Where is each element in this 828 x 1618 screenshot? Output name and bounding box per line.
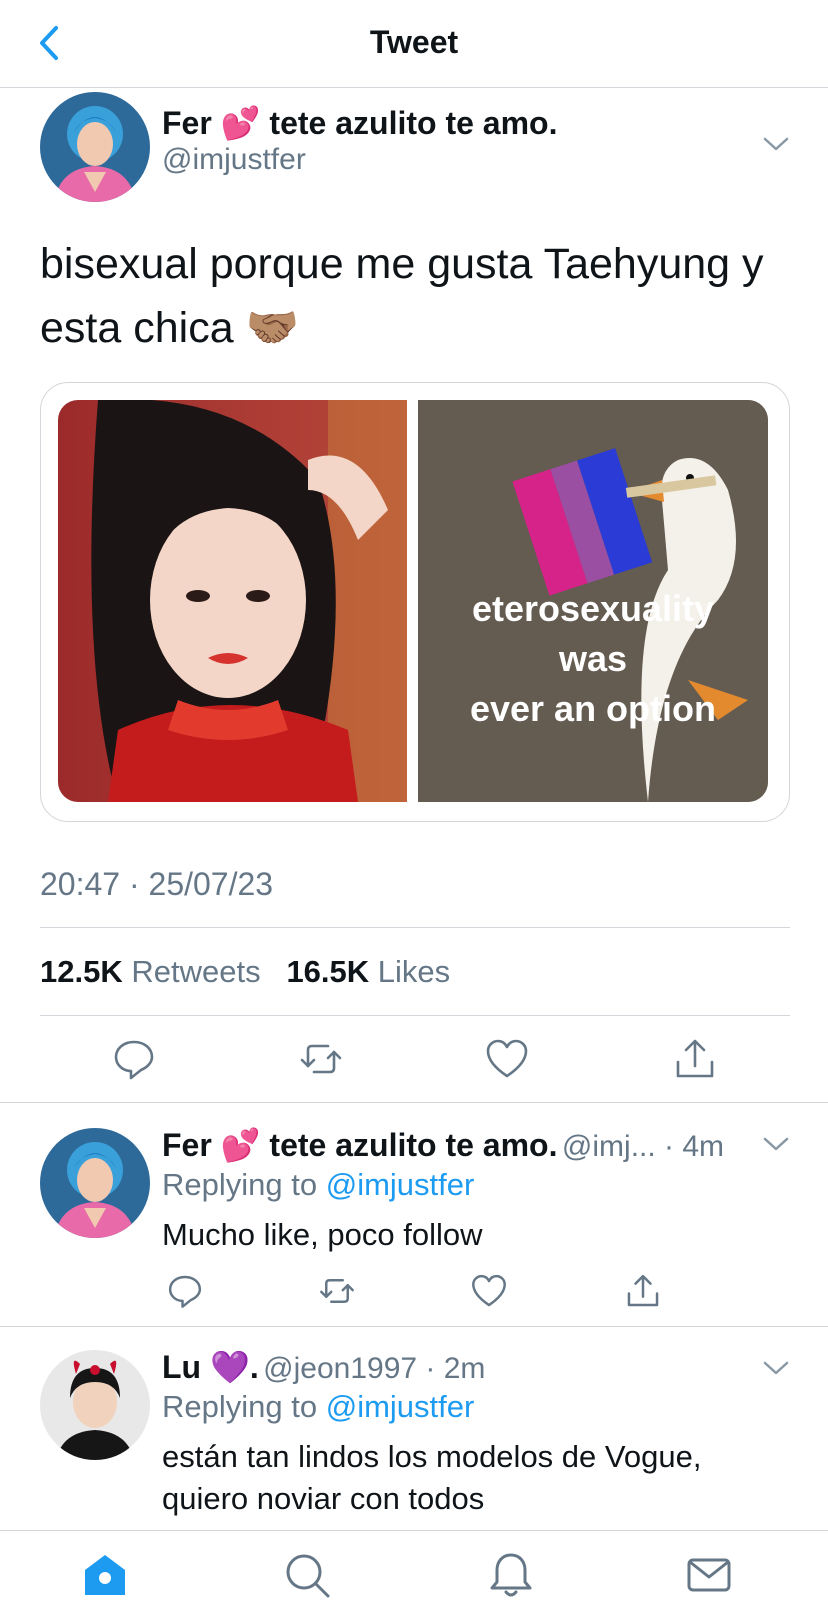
retweet-icon: [320, 1279, 354, 1303]
reply-options-button[interactable]: [760, 1128, 792, 1160]
tweet-text-line: esta chica 🤝🏽: [40, 304, 300, 352]
replying-to-handle[interactable]: @imjustfer: [326, 1167, 475, 1202]
retweet-button[interactable]: [318, 1272, 356, 1310]
reply-button[interactable]: [111, 1036, 157, 1082]
chevron-down-icon: [763, 1361, 789, 1375]
heart-icon: [472, 1274, 506, 1307]
tweet-timestamp: 20:47 · 25/07/23: [40, 866, 274, 902]
reply-options-button[interactable]: [760, 1352, 792, 1384]
replying-to: Replying to @imjustfer: [162, 1167, 475, 1202]
divider: [0, 1326, 828, 1327]
tab-messages[interactable]: [684, 1550, 734, 1600]
page-title: Tweet: [369, 24, 459, 60]
chevron-down-icon: [763, 137, 789, 151]
author-name[interactable]: Fer 💕 tete azulito te amo.: [162, 104, 557, 142]
tab-home[interactable]: [80, 1550, 130, 1600]
tweet-options-button[interactable]: [760, 128, 792, 160]
like-button[interactable]: [484, 1036, 530, 1082]
reply-meta: @imj... · 4m: [561, 1130, 725, 1163]
search-icon: [286, 1554, 330, 1598]
retweet-button[interactable]: [298, 1036, 344, 1082]
comment-icon: [168, 1275, 202, 1308]
mail-icon: [687, 1558, 731, 1592]
reply-avatar[interactable]: [40, 1350, 150, 1460]
reply-text: están tan lindos los modelos de Vogue,: [162, 1439, 702, 1474]
meme-caption-line: eterosexuality: [471, 588, 715, 629]
reply-text: quiero noviar con todos: [162, 1481, 485, 1516]
chevron-down-icon: [763, 1137, 789, 1151]
reply-meta: @jeon1997 · 2m: [263, 1352, 486, 1385]
share-button[interactable]: [672, 1036, 718, 1082]
reply-text: Mucho like, poco follow: [162, 1217, 483, 1252]
photo-woman[interactable]: [58, 400, 407, 802]
retweet-icon: [300, 1044, 342, 1074]
reply-author-name[interactable]: Lu 💜.: [162, 1349, 259, 1385]
reply-header: Lu 💜. @jeon1997 · 2m: [162, 1348, 485, 1386]
reply-avatar[interactable]: [40, 1128, 150, 1238]
meme-caption-line: ever an option: [469, 688, 717, 729]
likes-count[interactable]: 16.5K Likes: [286, 954, 450, 989]
photo-goose-meme[interactable]: eterosexuality was ever an option: [418, 400, 768, 802]
share-icon: [676, 1039, 714, 1078]
divider: [40, 1015, 790, 1016]
retweets-count[interactable]: 12.5K Retweets: [40, 954, 261, 989]
tab-search[interactable]: [282, 1550, 332, 1600]
heart-icon: [486, 1039, 528, 1078]
divider: [40, 927, 790, 928]
reply-author-name[interactable]: Fer 💕 tete azulito te amo.: [162, 1127, 557, 1163]
replying-to-handle[interactable]: @imjustfer: [326, 1389, 475, 1424]
comment-icon: [114, 1040, 154, 1080]
meme-caption-line: was: [558, 638, 628, 679]
tweet-text: bisexual porque me gusta Taehyung y esta…: [40, 232, 800, 360]
replying-to: Replying to @imjustfer: [162, 1389, 475, 1424]
tweet-stats: 12.5K Retweets 16.5K Likes: [40, 954, 450, 990]
tweet-text-line: bisexual porque me gusta Taehyung y: [40, 240, 764, 288]
home-icon: [85, 1555, 125, 1595]
author-avatar[interactable]: [40, 92, 150, 202]
bell-icon: [490, 1553, 532, 1597]
tab-notifications[interactable]: [486, 1550, 536, 1600]
reply-header: Fer 💕 tete azulito te amo. @imj... · 4m: [162, 1126, 724, 1164]
like-button[interactable]: [470, 1272, 508, 1310]
share-icon: [627, 1274, 659, 1307]
reply-button[interactable]: [166, 1272, 204, 1310]
share-button[interactable]: [624, 1272, 662, 1310]
author-handle[interactable]: @imjustfer: [162, 143, 306, 177]
divider: [0, 1102, 828, 1103]
